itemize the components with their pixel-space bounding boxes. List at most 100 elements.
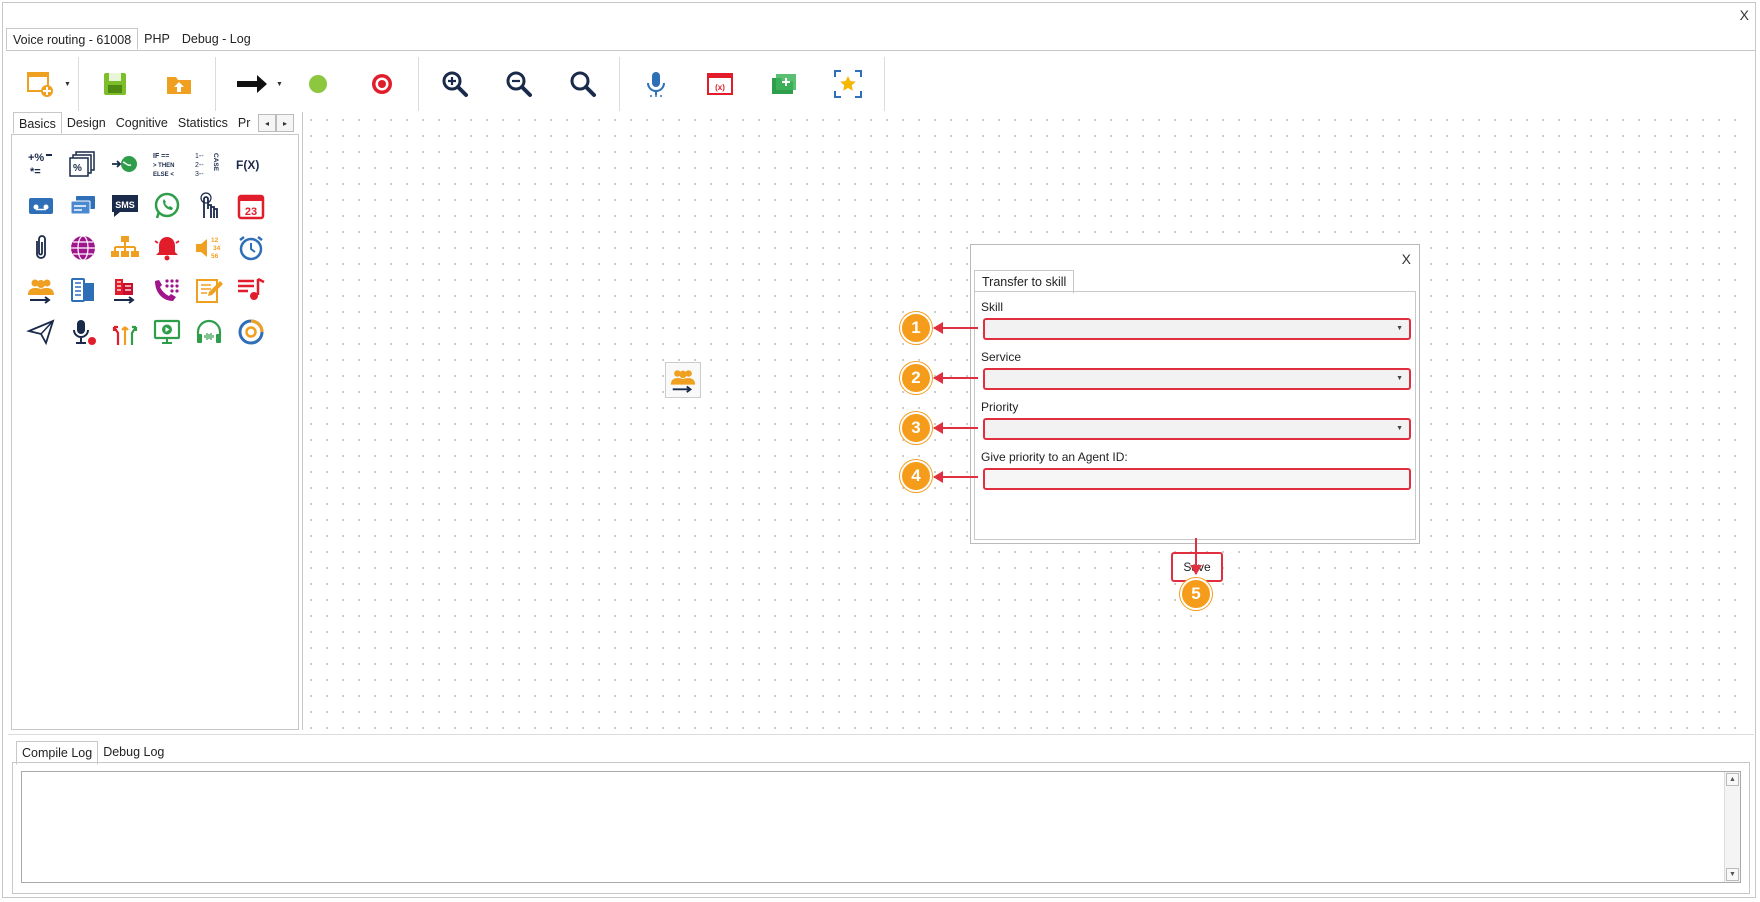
callout-arrow bbox=[933, 372, 978, 384]
globe-icon bbox=[71, 235, 95, 261]
tab-pr[interactable]: Pr bbox=[233, 112, 255, 134]
zoom-in-button[interactable] bbox=[423, 56, 487, 112]
new-window-button[interactable] bbox=[8, 56, 72, 112]
globe-arrow-icon bbox=[112, 156, 137, 172]
palette-grid: +% *= % IF == > THEN ELSE < 1-- 2-- 3-- … bbox=[20, 143, 272, 353]
focus-button[interactable] bbox=[816, 56, 880, 112]
add-folder-button[interactable] bbox=[752, 56, 816, 112]
palette-item-case[interactable]: 1-- 2-- 3-- CASE bbox=[188, 143, 230, 185]
new-window-icon bbox=[27, 72, 53, 97]
chevron-down-icon: ▼ bbox=[1396, 425, 1403, 432]
palette-item-branches[interactable] bbox=[104, 311, 146, 353]
save-toolbar-button[interactable] bbox=[83, 56, 147, 112]
tab-cognitive[interactable]: Cognitive bbox=[111, 112, 173, 134]
palette-item-function[interactable]: F(X) bbox=[230, 143, 272, 185]
go-to-button[interactable] bbox=[220, 56, 284, 112]
palette-item-transfer-to-skill[interactable] bbox=[20, 269, 62, 311]
record-button[interactable] bbox=[350, 56, 414, 112]
log-scrollbar[interactable]: ▲ ▼ bbox=[1724, 772, 1740, 882]
mic-record-icon bbox=[73, 320, 96, 345]
palette-item-sms[interactable]: SMS bbox=[104, 185, 146, 227]
palette-item-queue[interactable] bbox=[230, 311, 272, 353]
component-palette: +% *= % IF == > THEN ELSE < 1-- 2-- 3-- … bbox=[11, 134, 299, 730]
palette-item-math[interactable]: +% *= bbox=[20, 143, 62, 185]
svg-text:34: 34 bbox=[213, 245, 221, 252]
service-select[interactable]: ▼ bbox=[983, 368, 1411, 390]
palette-item-web[interactable] bbox=[104, 143, 146, 185]
palette-item-internet[interactable] bbox=[62, 227, 104, 269]
green-circle-icon bbox=[309, 75, 327, 93]
function-fx-icon: F(X) bbox=[236, 158, 259, 172]
palette-item-whatsapp[interactable] bbox=[146, 185, 188, 227]
percent-stack-icon: % bbox=[69, 151, 95, 177]
palette-item-voicemail[interactable] bbox=[20, 185, 62, 227]
palette-item-dtmf[interactable] bbox=[188, 185, 230, 227]
palette-item-attachment[interactable] bbox=[20, 227, 62, 269]
palette-item-calendar[interactable]: 23 bbox=[230, 185, 272, 227]
palette-item-if-then-else[interactable]: IF == > THEN ELSE < bbox=[146, 143, 188, 185]
phone-directory-icon bbox=[71, 278, 94, 302]
palette-item-transfer-building[interactable] bbox=[104, 269, 146, 311]
scroll-tabs-right-button[interactable]: ▸ bbox=[276, 114, 294, 132]
tab-debug-log[interactable]: Debug - Log bbox=[176, 28, 257, 50]
palette-item-timer[interactable] bbox=[230, 227, 272, 269]
palette-item-alarm[interactable] bbox=[146, 227, 188, 269]
transfer-to-skill-node[interactable] bbox=[665, 362, 701, 398]
svg-text:1--: 1-- bbox=[195, 153, 204, 160]
toolbar-separator bbox=[884, 57, 885, 111]
variables-button[interactable]: (x) bbox=[688, 56, 752, 112]
palette-item-send[interactable] bbox=[20, 311, 62, 353]
tab-design[interactable]: Design bbox=[62, 112, 111, 134]
if-then-else-icon: IF == > THEN ELSE < bbox=[153, 153, 175, 178]
window-close-button[interactable]: X bbox=[1740, 7, 1749, 23]
svg-text:F(X): F(X) bbox=[236, 158, 259, 172]
skill-select[interactable]: ▼ bbox=[983, 318, 1411, 340]
tab-statistics[interactable]: Statistics bbox=[173, 112, 233, 134]
callout-arrow bbox=[933, 422, 978, 434]
chevron-down-icon: ▼ bbox=[1396, 375, 1403, 382]
callout-badge: 4 bbox=[900, 460, 932, 492]
palette-item-listen[interactable] bbox=[188, 311, 230, 353]
palette-item-percent[interactable]: % bbox=[62, 143, 104, 185]
alarm-clock-icon bbox=[239, 236, 263, 261]
palette-item-dial[interactable] bbox=[146, 269, 188, 311]
palette-item-music-list[interactable] bbox=[230, 269, 272, 311]
save-icon bbox=[104, 73, 126, 95]
paperclip-icon bbox=[36, 235, 46, 259]
scroll-up-button[interactable]: ▲ bbox=[1726, 773, 1739, 786]
palette-item-hierarchy[interactable] bbox=[104, 227, 146, 269]
zoom-fit-button[interactable] bbox=[551, 56, 615, 112]
service-label: Service bbox=[981, 350, 1022, 364]
scroll-tabs-left-button[interactable]: ◂ bbox=[258, 114, 276, 132]
compile-log-output[interactable]: ▲ ▼ bbox=[21, 771, 1741, 883]
upload-button[interactable] bbox=[147, 56, 211, 112]
microphone-button[interactable] bbox=[624, 56, 688, 112]
toolbar-separator bbox=[78, 57, 79, 111]
palette-item-note[interactable] bbox=[188, 269, 230, 311]
dialog-close-button[interactable]: X bbox=[1402, 251, 1411, 267]
upload-icon bbox=[167, 77, 191, 94]
priority-select[interactable]: ▼ bbox=[983, 418, 1411, 440]
transfer-to-skill-dialog: X Transfer to skill Skill ▼ Service ▼ Pr… bbox=[970, 244, 1420, 582]
tab-voice-routing[interactable]: Voice routing - 61008 bbox=[6, 28, 139, 50]
headphones-icon bbox=[196, 319, 222, 343]
edit-note-icon bbox=[196, 279, 223, 303]
tab-basics[interactable]: Basics bbox=[13, 112, 62, 134]
voicemail-card-icon bbox=[29, 198, 53, 214]
svg-text:3--: 3-- bbox=[195, 171, 204, 178]
priority-label: Priority bbox=[981, 400, 1019, 414]
palette-item-play-media[interactable] bbox=[146, 311, 188, 353]
run-button[interactable] bbox=[286, 56, 350, 112]
palette-item-cards[interactable] bbox=[62, 185, 104, 227]
group-transfer-icon bbox=[670, 370, 696, 393]
callout-badge: 2 bbox=[900, 362, 932, 394]
tab-php[interactable]: PHP bbox=[138, 28, 176, 50]
scroll-down-button[interactable]: ▼ bbox=[1726, 868, 1739, 881]
palette-item-directory[interactable] bbox=[62, 269, 104, 311]
building-transfer-icon bbox=[114, 279, 135, 304]
palette-item-record-voice[interactable] bbox=[62, 311, 104, 353]
palette-item-say-number[interactable]: 12 34 56 bbox=[188, 227, 230, 269]
agent-id-field[interactable] bbox=[983, 468, 1411, 490]
callout-arrow bbox=[1190, 538, 1202, 575]
zoom-out-button[interactable] bbox=[487, 56, 551, 112]
